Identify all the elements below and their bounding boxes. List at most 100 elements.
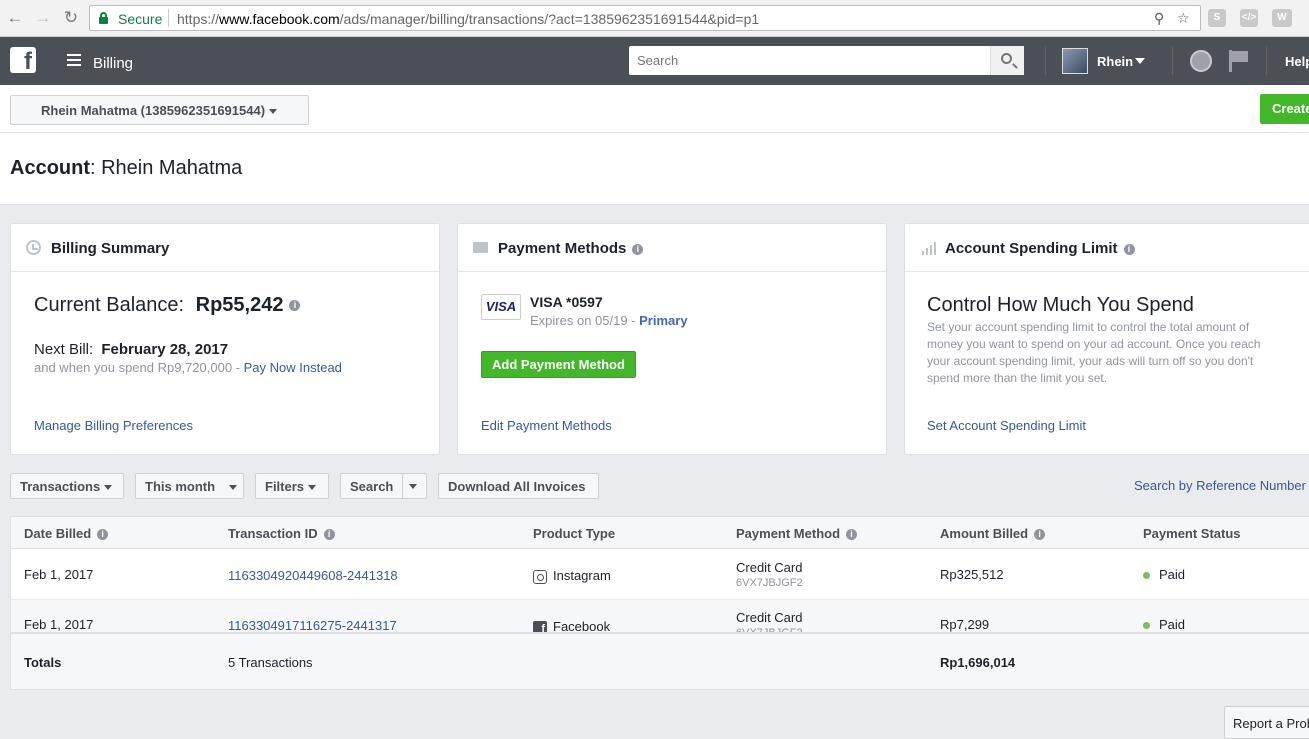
download-invoices-button[interactable]: Download All Invoices xyxy=(438,473,599,499)
totals-label: Totals xyxy=(24,655,62,670)
totals-amount: Rp1,696,014 xyxy=(940,655,1016,670)
table-row[interactable]: Feb 1, 2017 1163304920449608-2441318 Ins… xyxy=(11,549,1309,600)
transactions-table: Date Billed i Transaction ID i Product Typ… xyxy=(10,516,1309,690)
report-problem-button[interactable]: Report a Problem xyxy=(1224,706,1309,739)
billing-summary-card: Billing Summary Current Balance: Rp55,24… xyxy=(10,223,440,455)
table-header: Date Billed i Transaction ID i Product Typ… xyxy=(11,517,1309,549)
product-cell: Instagram xyxy=(533,568,611,584)
status-badge: Paid xyxy=(1143,617,1185,632)
forward-arrow-icon[interactable]: → xyxy=(33,8,53,28)
signal-bars-icon xyxy=(920,240,936,255)
payment-methods-card: Payment Methods i VISA VISA *0597 Expires… xyxy=(457,223,887,455)
info-icon[interactable]: i xyxy=(289,300,301,312)
code-extension-icon[interactable]: </> xyxy=(1240,9,1258,27)
info-icon[interactable]: i xyxy=(846,529,858,541)
facebook-logo-icon[interactable]: f xyxy=(10,47,36,73)
skype-extension-icon[interactable]: S xyxy=(1208,9,1226,27)
col-product-type[interactable]: Product Type xyxy=(533,526,615,541)
date-cell: Feb 1, 2017 xyxy=(24,567,94,582)
spending-limit-heading: Control How Much You Spend xyxy=(927,294,1194,316)
spend-note: and when you spend Rp9,720,000 - Pay Now… xyxy=(34,360,342,375)
account-title-area: Account: Rhein Mahatma xyxy=(0,133,1309,205)
secure-label: Secure xyxy=(118,11,163,27)
chevron-down-icon xyxy=(229,485,238,491)
search-icon xyxy=(1001,53,1012,64)
account-selector[interactable]: Rhein Mahatma (1385962351691544) xyxy=(10,95,309,125)
pay-now-link[interactable]: Pay Now Instead xyxy=(244,360,342,375)
primary-badge: Primary xyxy=(639,313,688,328)
account-bar: Rhein Mahatma (1385962351691544) Create xyxy=(0,85,1309,133)
avatar[interactable] xyxy=(1062,48,1088,74)
address-bar[interactable]: Secure https://www.facebook.com/ads/mana… xyxy=(89,5,1201,31)
col-payment-method[interactable]: Payment Method i xyxy=(736,526,858,541)
help-link[interactable]: Help xyxy=(1285,54,1309,69)
user-menu-caret-icon[interactable] xyxy=(1135,58,1145,64)
col-payment-status[interactable]: Payment Status xyxy=(1143,526,1241,541)
card-title: Account Spending Limit i xyxy=(945,240,1135,257)
amount-cell: Rp325,512 xyxy=(940,567,1004,582)
col-date-billed[interactable]: Date Billed i xyxy=(24,526,109,541)
card-title: Payment Methods i xyxy=(498,240,644,257)
reload-icon[interactable]: ↻ xyxy=(61,8,81,28)
chevron-down-icon xyxy=(308,485,317,491)
balance-value: Rp55,242 xyxy=(195,294,284,316)
account-title: Account: Rhein Mahatma xyxy=(10,157,243,179)
spending-limit-description: Set your account spending limit to contr… xyxy=(927,320,1261,385)
transaction-id-link[interactable]: 1163304920449608-2441318 xyxy=(228,568,398,583)
flag-icon[interactable] xyxy=(1229,50,1249,72)
table-totals: Totals 5 Transactions Rp1,696,014 xyxy=(11,632,1309,689)
payment-ref-cell: 6VX7JBJGF2 xyxy=(736,577,803,589)
search-input[interactable] xyxy=(629,46,990,75)
divider xyxy=(1045,47,1046,75)
add-payment-method-button[interactable]: Add Payment Method xyxy=(481,351,636,378)
totals-count: 5 Transactions xyxy=(228,655,313,670)
card-header: Billing Summary xyxy=(11,224,439,272)
browser-chrome: ← → ↻ Secure https://www.facebook.com/ad… xyxy=(0,0,1309,37)
date-range-dropdown[interactable]: This month xyxy=(135,473,244,499)
info-icon[interactable]: i xyxy=(97,529,109,541)
globe-icon[interactable] xyxy=(1190,50,1212,72)
divider xyxy=(1266,47,1267,75)
col-amount-billed[interactable]: Amount Billed i xyxy=(940,526,1046,541)
bookmark-star-icon[interactable]: ☆ xyxy=(1177,10,1190,27)
account-selector-label: Rhein Mahatma (1385962351691544) xyxy=(41,103,266,118)
amount-cell: Rp7,299 xyxy=(940,617,990,632)
next-bill: Next Bill: February 28, 2017 xyxy=(34,341,229,358)
user-name[interactable]: Rhein xyxy=(1097,54,1133,69)
card-header: Account Spending Limit i xyxy=(905,224,1309,272)
create-button[interactable]: Create xyxy=(1260,94,1309,124)
card-header: Payment Methods i xyxy=(458,224,886,272)
set-spending-limit-link[interactable]: Set Account Spending Limit xyxy=(927,418,1086,433)
info-icon[interactable]: i xyxy=(323,529,335,541)
search-button[interactable] xyxy=(990,46,1024,75)
info-icon[interactable]: i xyxy=(1123,243,1135,255)
credit-card-icon xyxy=(473,242,488,253)
date-cell: Feb 1, 2017 xyxy=(24,617,94,632)
edit-payment-methods-link[interactable]: Edit Payment Methods xyxy=(481,418,612,433)
lock-icon xyxy=(99,12,108,24)
search-by-reference-link[interactable]: Search by Reference Number xyxy=(1134,478,1306,493)
info-icon[interactable]: i xyxy=(632,243,644,255)
filters-dropdown[interactable]: Filters xyxy=(255,473,329,499)
card-expiry: Expires on 05/19 - Primary xyxy=(530,313,688,328)
w-extension-icon[interactable]: W xyxy=(1272,9,1292,27)
divider xyxy=(1172,47,1173,75)
search-box xyxy=(629,46,1024,75)
back-arrow-icon[interactable]: ← xyxy=(5,8,25,28)
status-dot-icon xyxy=(1143,572,1150,580)
status-dot-icon xyxy=(1143,622,1150,630)
zoom-icon[interactable]: ⚲ xyxy=(1154,10,1164,27)
menu-icon[interactable] xyxy=(67,54,81,66)
spending-limit-card: Account Spending Limit i Control How Much… xyxy=(904,223,1309,455)
transactions-dropdown[interactable]: Transactions xyxy=(10,473,124,499)
col-transaction-id[interactable]: Transaction ID i xyxy=(228,526,335,541)
search-dropdown[interactable]: Search xyxy=(340,473,427,499)
info-icon[interactable]: i xyxy=(1034,529,1046,541)
manage-billing-link[interactable]: Manage Billing Preferences xyxy=(34,418,193,433)
status-badge: Paid xyxy=(1143,567,1185,582)
chevron-down-icon xyxy=(269,109,278,115)
url-text: https://www.facebook.com/ads/manager/bil… xyxy=(177,11,760,27)
transaction-id-link[interactable]: 1163304917116275-2441317 xyxy=(228,618,397,633)
card-title: Billing Summary xyxy=(51,240,170,257)
visa-logo-icon: VISA xyxy=(481,294,521,320)
